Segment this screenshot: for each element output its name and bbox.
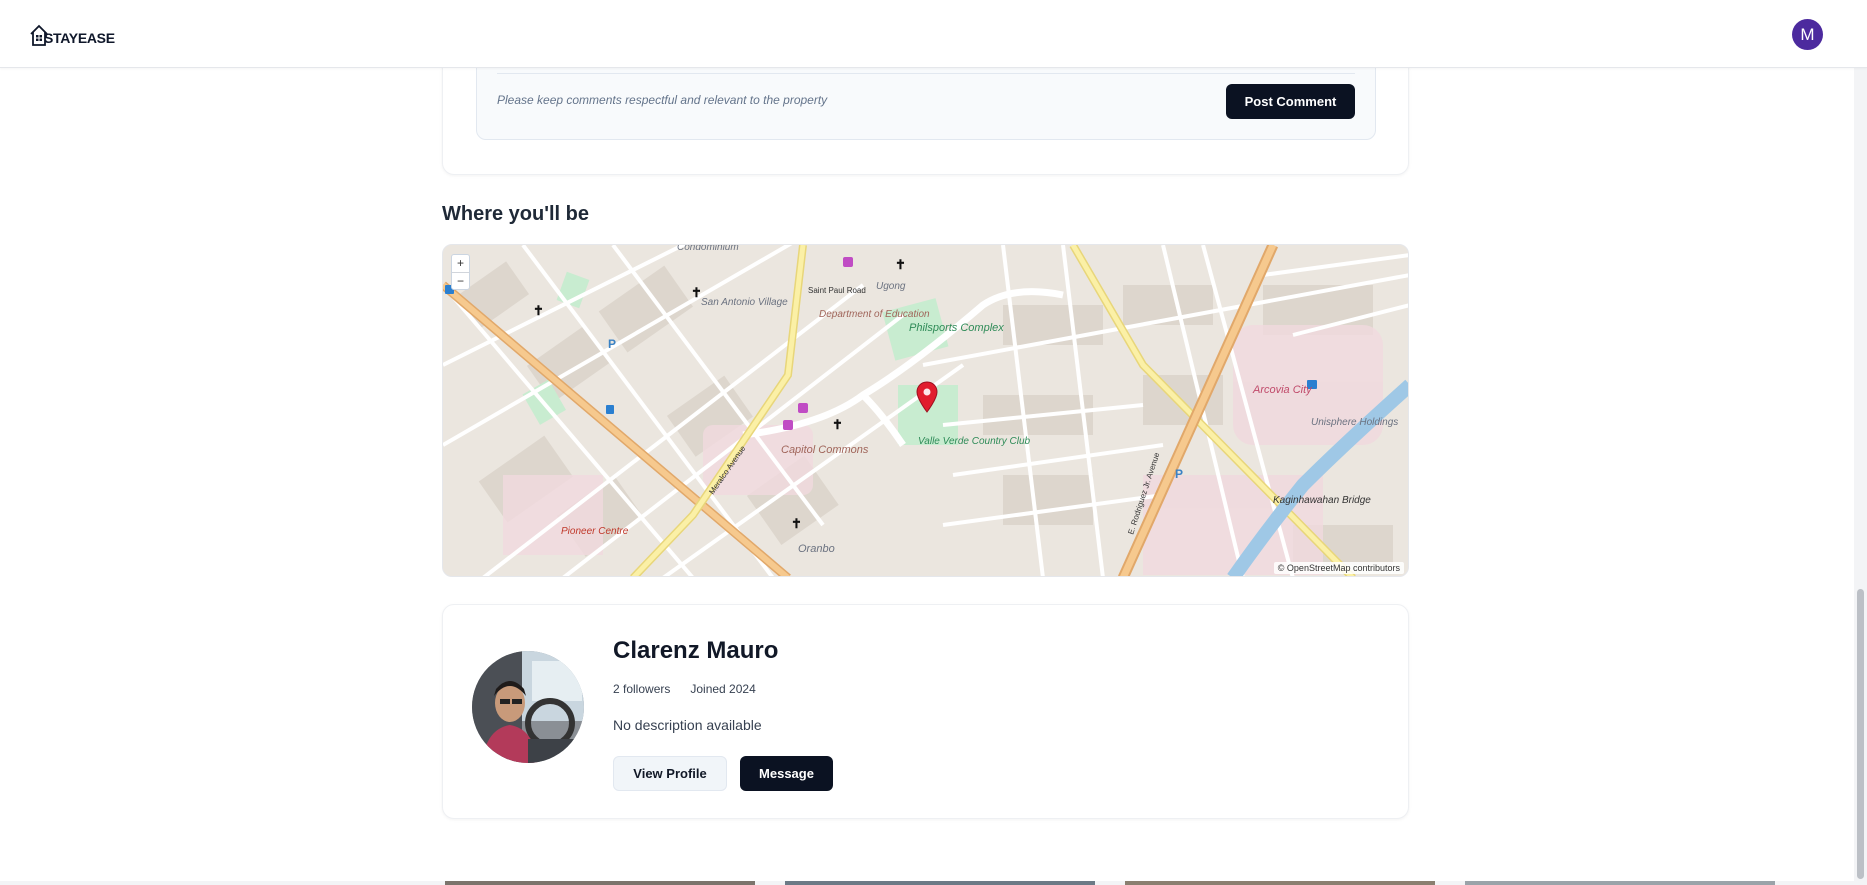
map-label-capitol: Capitol Commons <box>781 444 869 456</box>
map-zoom-control: + − <box>451 254 470 290</box>
location-section-title: Where you'll be <box>442 203 590 225</box>
host-joined: Joined 2024 <box>690 682 756 696</box>
map-label-arcovia: Arcovia City <box>1252 384 1313 396</box>
svg-text:✝: ✝ <box>533 303 544 318</box>
svg-text:✝: ✝ <box>895 257 906 272</box>
stayease-logo[interactable]: STAYEASE <box>30 19 115 47</box>
map-label-valle-verde: Valle Verde Country Club <box>918 436 1031 447</box>
map-label-saint-paul: Saint Paul Road <box>808 286 866 295</box>
zoom-out-button[interactable]: − <box>452 272 469 289</box>
host-description: No description available <box>613 717 762 733</box>
map-label-dept-ed: Department of Education <box>819 309 930 320</box>
host-followers: 2 followers <box>613 682 671 696</box>
brand-name: STAYEASE <box>44 30 115 46</box>
view-profile-button[interactable]: View Profile <box>613 756 727 791</box>
zoom-in-button[interactable]: + <box>452 255 469 272</box>
scrollbar-thumb[interactable] <box>1857 589 1864 879</box>
svg-text:P: P <box>608 337 616 351</box>
map-label-san-antonio: San Antonio Village <box>701 297 788 308</box>
map-label-oranbo: Oranbo <box>798 543 835 555</box>
map-label-ugong: Ugong <box>876 281 906 292</box>
comment-divider <box>497 73 1355 74</box>
host-avatar[interactable] <box>472 651 584 763</box>
location-map[interactable]: P P ✝ ✝ ✝ ✝ ✝ Condominium Ugong Departme… <box>442 244 1409 577</box>
host-name: Clarenz Mauro <box>613 637 779 664</box>
host-photo-image <box>472 651 584 763</box>
map-label-kaginhawahan: Kaginhawahan Bridge <box>1273 495 1371 506</box>
svg-text:P: P <box>1175 467 1183 481</box>
user-avatar[interactable]: M <box>1792 19 1823 50</box>
svg-text:✝: ✝ <box>791 516 802 531</box>
listing-thumbnails-strip <box>0 881 1867 885</box>
post-comment-button[interactable]: Post Comment <box>1226 84 1355 119</box>
svg-text:✝: ✝ <box>832 417 843 432</box>
top-navbar: STAYEASE M <box>0 0 1867 68</box>
map-attribution[interactable]: © OpenStreetMap contributors <box>1273 562 1404 574</box>
map-label-unisphere: Unisphere Holdings <box>1311 417 1398 428</box>
host-card <box>442 604 1409 819</box>
map-label-philsports: Philsports Complex <box>909 322 1004 334</box>
map-label-pioneer: Pioneer Centre <box>561 526 629 537</box>
host-stats: 2 followers Joined 2024 <box>613 682 756 696</box>
map-pin-icon[interactable] <box>916 381 938 413</box>
message-button[interactable]: Message <box>740 756 833 791</box>
comment-guideline-text: Please keep comments respectful and rele… <box>497 93 828 107</box>
map-label-condominium: Condominium <box>677 245 739 253</box>
